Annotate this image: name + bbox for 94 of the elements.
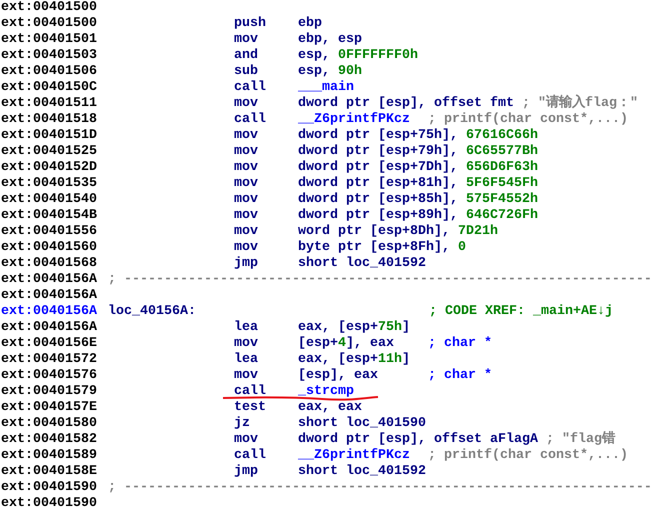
instruction-mnemonic: mov xyxy=(234,240,259,256)
operand-text: _strcmp xyxy=(298,384,355,400)
address-label: ext:00401580 xyxy=(0,416,98,432)
address-label: ext:00401535 xyxy=(0,176,98,192)
instruction-mnemonic: mov xyxy=(234,432,259,448)
instruction-mnemonic: sub xyxy=(234,64,259,80)
operand-text: dword ptr [esp+89h], 646C726Fh xyxy=(298,208,538,224)
operand-text: __Z6printfPKcz xyxy=(298,112,411,128)
instruction-mnemonic: mov xyxy=(234,32,259,48)
instruction-mnemonic: call xyxy=(234,448,267,464)
instruction-mnemonic: call xyxy=(234,384,267,400)
address-label: ext:00401572 xyxy=(0,352,98,368)
address-label: ext:00401556 xyxy=(0,224,98,240)
comment-text: ; printf(char const*,...) xyxy=(428,112,628,128)
operand-text: dword ptr [esp+85h], 575F4552h xyxy=(298,192,538,208)
address-label: ext:0040156A xyxy=(0,288,98,304)
instruction-mnemonic: push xyxy=(234,16,267,32)
comment-text: ; char * xyxy=(428,368,492,384)
operand-text: dword ptr [esp+7Dh], 656D6F63h xyxy=(298,160,538,176)
separator-comment: ; ------------------------------------------------------------------ xyxy=(108,480,652,496)
address-label: ext:00401511 xyxy=(0,96,98,112)
operand-text: byte ptr [esp+8Fh], 0 xyxy=(298,240,466,256)
operand-text: eax, [esp+75h] xyxy=(298,320,411,336)
operand-text: short loc_401590 xyxy=(298,416,426,432)
instruction-mnemonic: mov xyxy=(234,224,259,240)
address-label: ext:0040158E xyxy=(0,464,98,480)
operand-text: ebp xyxy=(298,16,323,32)
address-label: ext:00401500 xyxy=(0,16,98,32)
address-label: ext:0040156A xyxy=(0,320,98,336)
address-label: ext:00401568 xyxy=(0,256,98,272)
comment-text: ; "flag错 xyxy=(546,432,615,448)
operand-text: eax, eax xyxy=(298,400,363,416)
instruction-mnemonic: mov xyxy=(234,176,259,192)
address-label: ext:00401540 xyxy=(0,192,98,208)
operand-text: dword ptr [esp+79h], 6C65577Bh xyxy=(298,144,538,160)
instruction-mnemonic: mov xyxy=(234,96,259,112)
instruction-mnemonic: mov xyxy=(234,128,259,144)
operand-text: short loc_401592 xyxy=(298,464,426,480)
instruction-mnemonic: mov xyxy=(234,336,259,352)
code-label: loc_40156A: xyxy=(108,304,197,320)
operand-text: short loc_401592 xyxy=(298,256,426,272)
address-label: ext:00401590 xyxy=(0,496,98,511)
instruction-mnemonic: call xyxy=(234,80,267,96)
comment-text: ; CODE XREF: _main+AE↓j xyxy=(429,304,613,320)
address-label: ext:00401579 xyxy=(0,384,98,400)
instruction-mnemonic: mov xyxy=(234,208,259,224)
address-label: ext:00401503 xyxy=(0,48,98,64)
instruction-mnemonic: jz xyxy=(234,416,251,432)
address-label: ext:00401500 xyxy=(0,0,98,16)
operand-text: ___main xyxy=(298,80,355,96)
address-label: ext:0040157E xyxy=(0,400,98,416)
operand-text: [esp], eax xyxy=(298,368,379,384)
instruction-mnemonic: mov xyxy=(234,160,259,176)
comment-text: ; "请输入flag：" xyxy=(522,96,638,112)
operand-text: dword ptr [esp], offset fmt xyxy=(298,96,514,112)
instruction-mnemonic: call xyxy=(234,112,267,128)
address-label: ext:0040156A xyxy=(0,304,98,320)
address-label: ext:00401576 xyxy=(0,368,98,384)
operand-text: dword ptr [esp], offset aFlagA xyxy=(298,432,538,448)
instruction-mnemonic: mov xyxy=(234,144,259,160)
address-label: ext:00401589 xyxy=(0,448,98,464)
address-label: ext:00401518 xyxy=(0,112,98,128)
address-label: ext:00401582 xyxy=(0,432,98,448)
instruction-mnemonic: mov xyxy=(234,368,259,384)
instruction-mnemonic: test xyxy=(234,400,267,416)
address-label: ext:0040150C xyxy=(0,80,98,96)
instruction-mnemonic: and xyxy=(234,48,259,64)
operand-text: dword ptr [esp+81h], 5F6F545Fh xyxy=(298,176,538,192)
address-label: ext:00401525 xyxy=(0,144,98,160)
instruction-mnemonic: jmp xyxy=(234,256,259,272)
address-label: ext:0040156E xyxy=(0,336,98,352)
address-label: ext:00401590 xyxy=(0,480,98,496)
address-label: ext:0040151D xyxy=(0,128,98,144)
operand-text: eax, [esp+11h] xyxy=(298,352,411,368)
operand-text: esp, 90h xyxy=(298,64,363,80)
operand-text: dword ptr [esp+75h], 67616C66h xyxy=(298,128,538,144)
separator-comment: ; ------------------------------------------------------------------ xyxy=(108,272,652,288)
address-label: ext:00401501 xyxy=(0,32,98,48)
instruction-mnemonic: jmp xyxy=(234,464,259,480)
instruction-mnemonic: mov xyxy=(234,192,259,208)
address-label: ext:00401506 xyxy=(0,64,98,80)
operand-text: [esp+4], eax xyxy=(298,336,395,352)
address-label: ext:0040154B xyxy=(0,208,98,224)
address-label: ext:0040152D xyxy=(0,160,98,176)
comment-text: ; char * xyxy=(428,336,492,352)
comment-text: ; printf(char const*,...) xyxy=(428,448,628,464)
instruction-mnemonic: lea xyxy=(234,320,259,336)
operand-text: word ptr [esp+8Dh], 7D21h xyxy=(298,224,498,240)
operand-text: __Z6printfPKcz xyxy=(298,448,411,464)
address-label: ext:00401560 xyxy=(0,240,98,256)
operand-text: ebp, esp xyxy=(298,32,363,48)
instruction-mnemonic: lea xyxy=(234,352,259,368)
operand-text: esp, 0FFFFFFF0h xyxy=(298,48,419,64)
address-label: ext:0040156A xyxy=(0,272,98,288)
